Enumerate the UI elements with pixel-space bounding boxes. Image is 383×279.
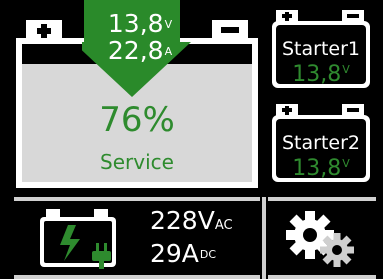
starter2-panel[interactable]: Starter2 13,8V — [270, 102, 372, 183]
starter1-voltage: 13,8 — [292, 62, 342, 87]
starter1-label: Starter1 — [281, 38, 360, 60]
battery-status: Service — [100, 150, 174, 174]
starter1-panel[interactable]: Starter1 13,8V — [270, 8, 372, 89]
starter1-voltage-readout: 13,8V — [270, 62, 372, 87]
starter1-unit: V — [342, 63, 350, 76]
arrow-voltage-unit: V — [164, 18, 173, 31]
divider-footer-left — [14, 275, 260, 279]
starter2-voltage: 13,8 — [292, 156, 342, 181]
charger-panel[interactable]: 228VAC 29ADC — [14, 203, 260, 273]
divider-bottom-right — [268, 197, 376, 201]
divider-bottom-left — [14, 197, 260, 201]
settings-button[interactable] — [268, 203, 376, 273]
arrow-current: 22,8 — [107, 36, 164, 65]
ac-voltage: 228V — [150, 206, 215, 235]
dc-current: 29A — [150, 239, 199, 268]
starter2-label: Starter2 — [281, 132, 360, 154]
arrow-voltage: 13,8 — [107, 9, 164, 38]
arrow-readout: 13,8V 22,8A — [90, 10, 190, 64]
starter2-voltage-readout: 13,8V — [270, 156, 372, 181]
divider-vertical — [262, 197, 266, 279]
starter2-unit: V — [342, 157, 350, 170]
gears-icon — [286, 211, 354, 267]
charger-readout: 228VAC 29ADC — [150, 207, 233, 268]
ac-unit: AC — [214, 218, 233, 233]
divider-footer-right — [268, 275, 376, 279]
battery-plug-icon — [40, 209, 116, 269]
arrow-current-unit: A — [164, 45, 173, 58]
dc-unit: DC — [199, 248, 217, 261]
battery-percent: 76% — [99, 100, 175, 140]
